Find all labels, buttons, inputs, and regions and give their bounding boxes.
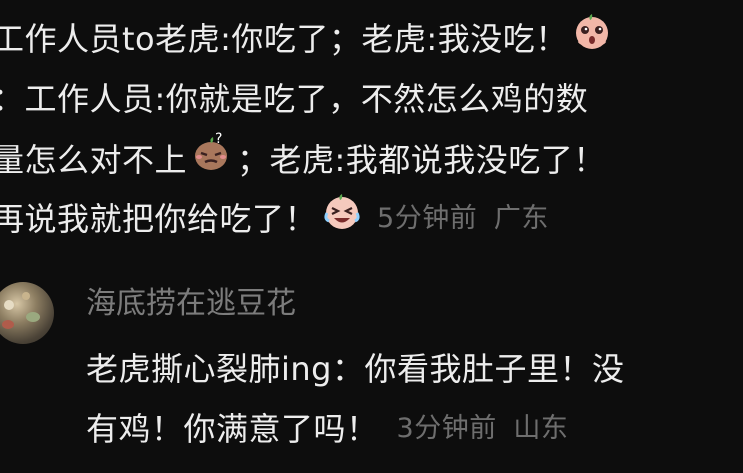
reply-location: 山东 bbox=[513, 413, 569, 444]
comment-time: 5分钟前 bbox=[377, 203, 478, 234]
comment-text: ：工作人员:你就是吃了，不然怎么鸡的数 bbox=[0, 80, 589, 118]
comment-line-2: ：工作人员:你就是吃了，不然怎么鸡的数 bbox=[0, 74, 588, 124]
comment-text: 再说我就把你给吃了！ bbox=[0, 200, 318, 238]
crying-laughing-icon bbox=[321, 191, 363, 245]
avatar[interactable] bbox=[0, 282, 54, 344]
reply-time: 3分钟前 bbox=[396, 413, 497, 444]
reply-line-2: 有鸡！你满意了吗！ 3分钟前 山东 bbox=[86, 404, 568, 454]
shocked-face-icon bbox=[572, 11, 612, 65]
sweating-confused-icon: ? bbox=[191, 131, 233, 187]
reply-comment: 海底捞在逃豆花 老虎撕心裂肺ing：你看我肚子里！没 有鸡！你满意了吗！ 3分钟前… bbox=[0, 270, 743, 473]
comment-location: 广东 bbox=[493, 203, 549, 234]
comment-text: ；老虎:我都说我没吃了！ bbox=[237, 141, 606, 179]
comment-line-3: 量怎么对不上 ? ；老虎:我都说我没吃了！ bbox=[0, 131, 606, 187]
comment-line-1: 工作人员to老虎:你吃了；老虎:我没吃！ bbox=[0, 14, 616, 64]
reply-text: 老虎撕心裂肺ing：你看我肚子里！没 bbox=[86, 350, 625, 388]
reply-line-1: 老虎撕心裂肺ing：你看我肚子里！没 bbox=[86, 344, 625, 394]
reply-username[interactable]: 海底捞在逃豆花 bbox=[86, 284, 296, 324]
comment-line-4: 再说我就把你给吃了！ 5分钟前 广东 bbox=[0, 194, 549, 244]
comment-text: 工作人员to老虎:你吃了；老虎:我没吃！ bbox=[0, 20, 568, 58]
svg-text:?: ? bbox=[215, 131, 223, 147]
reply-text: 有鸡！你满意了吗！ bbox=[86, 410, 379, 448]
comment-text: 量怎么对不上 bbox=[0, 141, 188, 179]
